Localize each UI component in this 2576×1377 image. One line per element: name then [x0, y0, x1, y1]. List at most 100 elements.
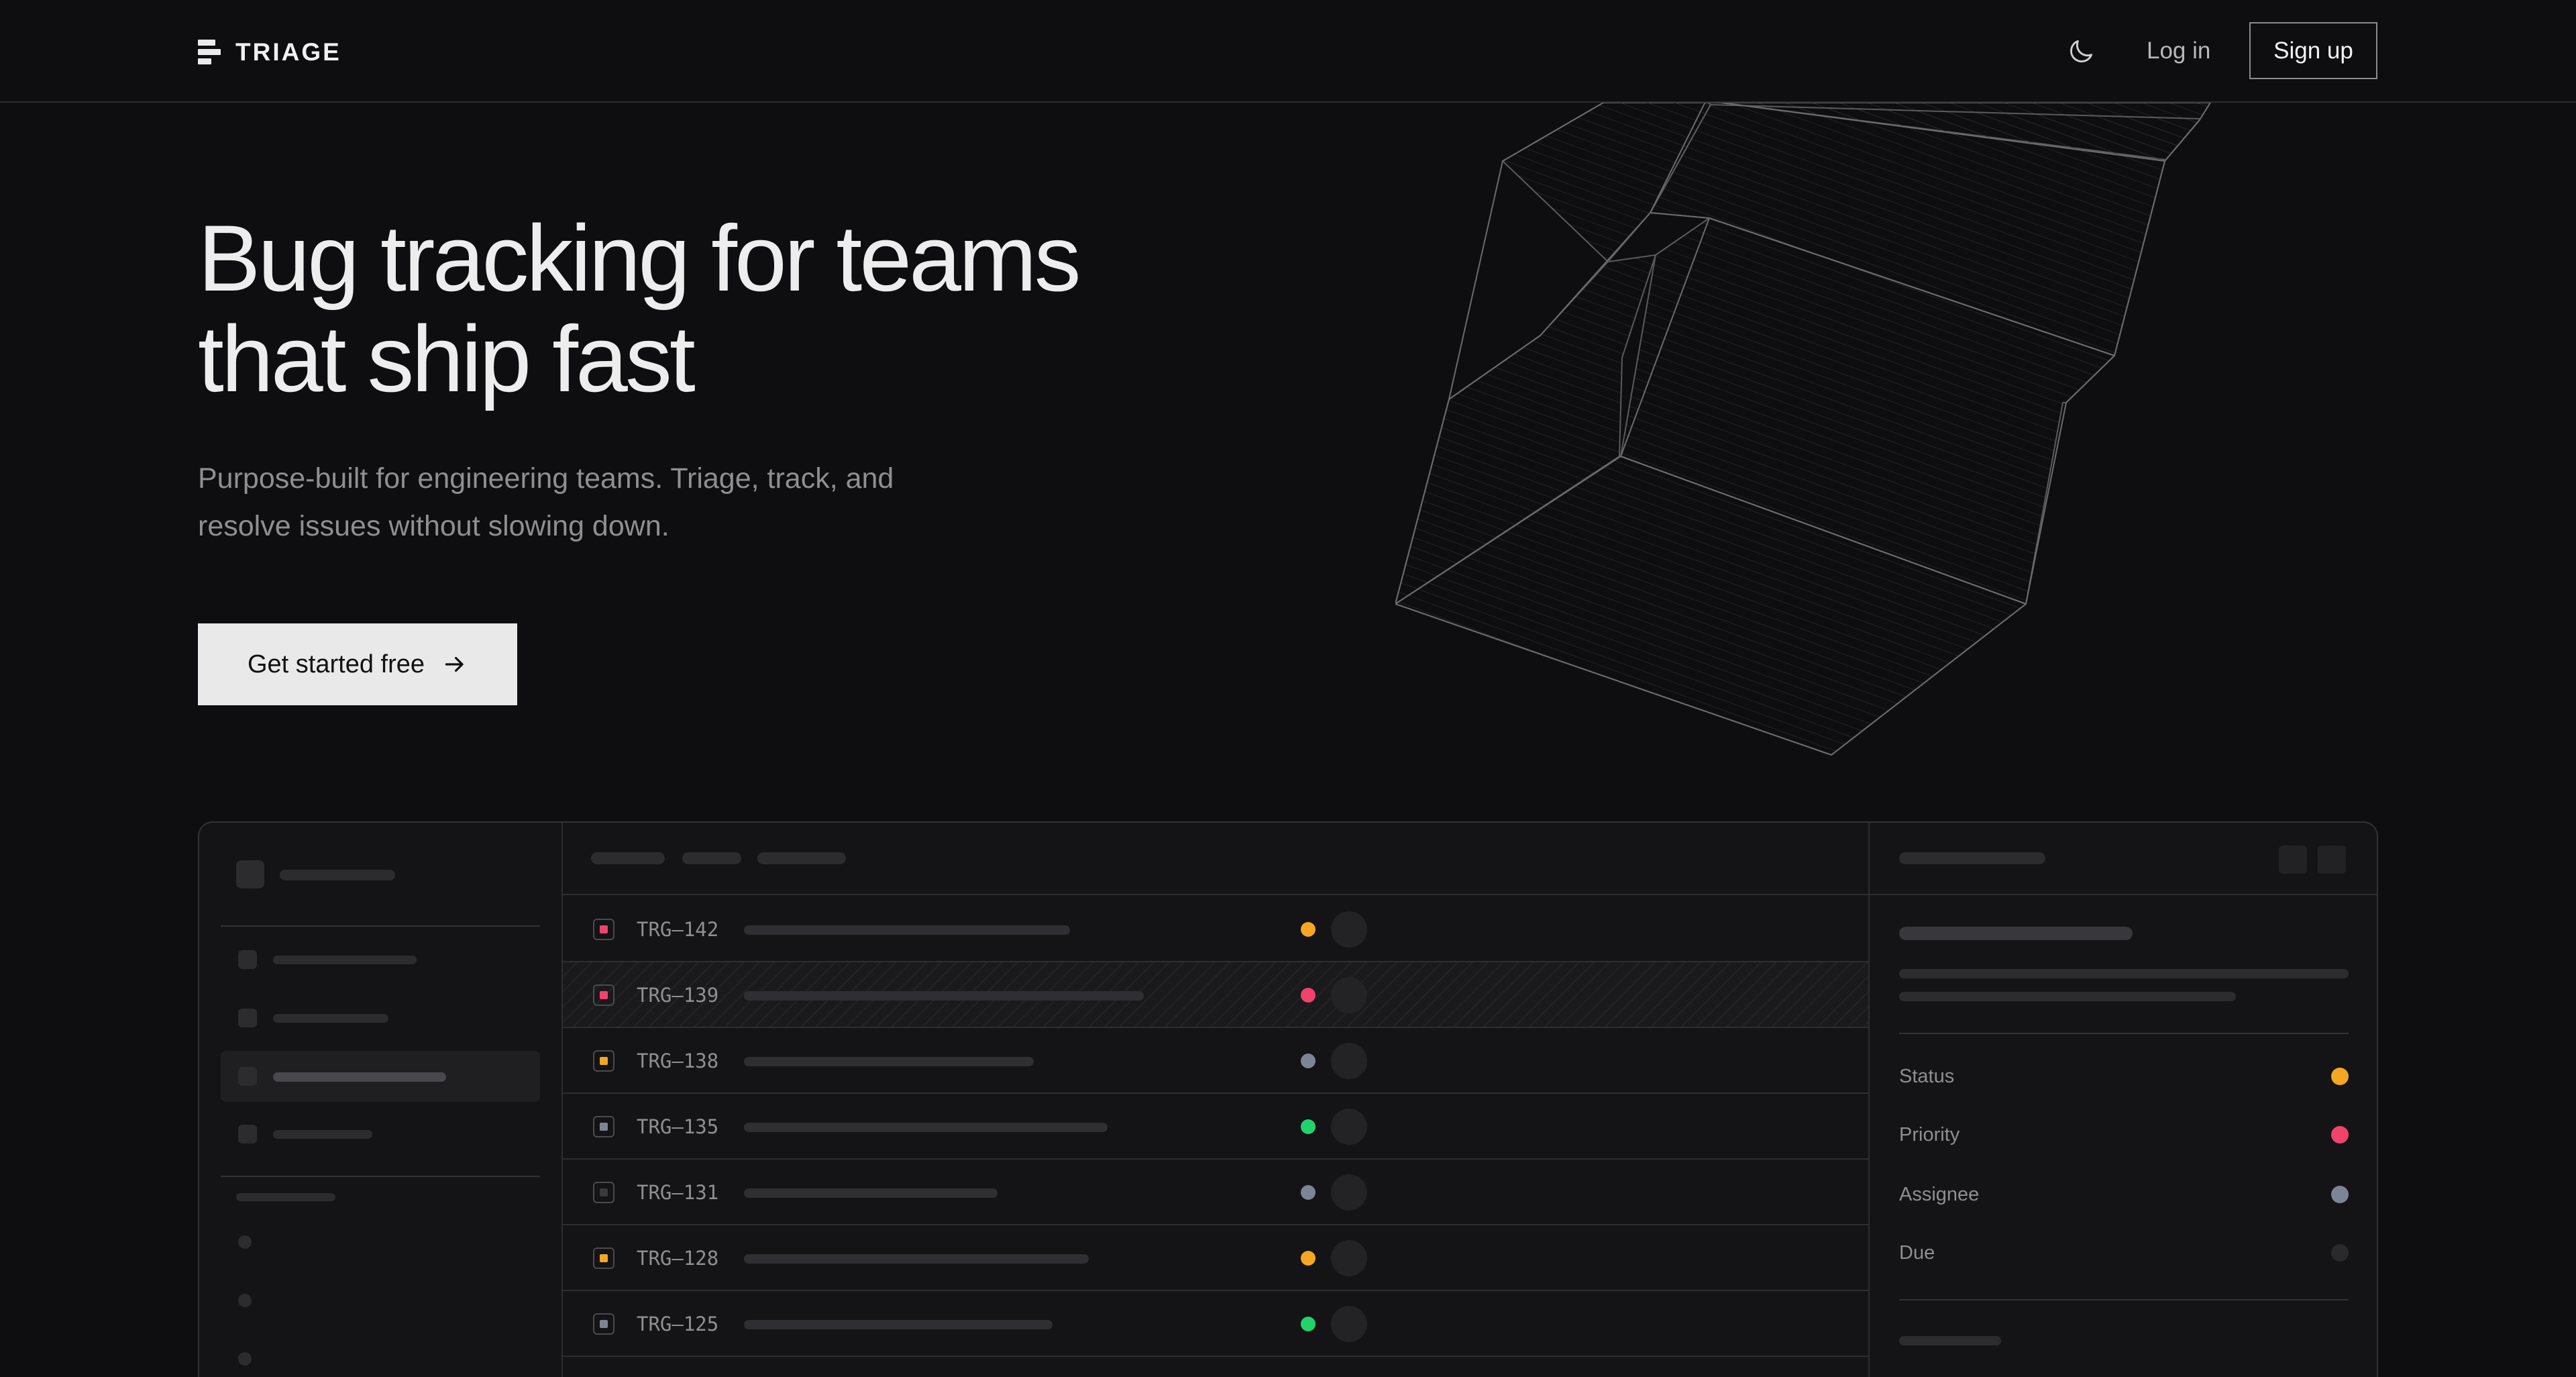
status-indicator[interactable]: [2331, 1068, 2349, 1085]
issue-checkbox[interactable]: [593, 919, 614, 940]
hero-subtitle-line-2: resolve issues without slowing down.: [198, 510, 669, 542]
assignee-indicator[interactable]: [2331, 1186, 2349, 1203]
hero-subtitle: Purpose-built for engineering teams. Tri…: [198, 455, 969, 550]
issue-row[interactable]: TRG–138: [563, 1028, 1868, 1094]
issue-checkbox[interactable]: [593, 984, 614, 1006]
moon-icon: [2070, 40, 2093, 62]
issue-checkbox[interactable]: [593, 1313, 614, 1335]
arrow-right-icon: [445, 656, 464, 672]
issue-row[interactable]: TRG–135: [563, 1094, 1868, 1160]
divider: [1899, 1299, 2349, 1300]
issue-title-placeholder: [744, 1123, 1108, 1132]
sidebar: [199, 823, 563, 1377]
app-preview: TRG–142 TRG–139 TRG–138 TRG–135 TRG–131 …: [198, 821, 2378, 1377]
issue-list: TRG–142 TRG–139 TRG–138 TRG–135 TRG–131 …: [563, 823, 1868, 1377]
assignee-avatar[interactable]: [1331, 1109, 1367, 1145]
issue-id: TRG–139: [637, 984, 719, 1007]
issue-id: TRG–138: [637, 1050, 719, 1072]
priority-label: Priority: [1899, 1124, 1960, 1145]
issue-heading-placeholder: [1899, 927, 2133, 940]
status-dot: [1301, 922, 1316, 937]
issue-type-icon: [600, 1188, 608, 1196]
team-dot[interactable]: [238, 1235, 252, 1249]
assignee-avatar[interactable]: [1331, 977, 1367, 1013]
detail-action-button[interactable]: [2318, 846, 2346, 874]
signup-button[interactable]: Sign up: [2249, 22, 2377, 79]
brand-logo[interactable]: TRIAGE: [198, 38, 341, 66]
status-dot: [1301, 1317, 1316, 1331]
due-indicator[interactable]: [2331, 1244, 2349, 1262]
issue-type-icon: [600, 1123, 608, 1131]
description-placeholder: [1899, 992, 2236, 1001]
nav-item-label-placeholder: [273, 1072, 446, 1082]
issue-id: TRG–142: [637, 918, 719, 941]
issue-checkbox[interactable]: [593, 1050, 614, 1072]
status-dot: [1301, 1054, 1316, 1068]
hero-title-line-2: that ship fast: [198, 306, 696, 411]
due-label: Due: [1899, 1242, 1935, 1264]
nav-item-label-placeholder: [273, 1130, 372, 1139]
issue-id: TRG–135: [637, 1115, 719, 1138]
description-placeholder: [1899, 969, 2349, 978]
top-nav: TRIAGE Log in Sign up: [0, 0, 2576, 103]
issue-title-placeholder: [744, 1188, 998, 1198]
issue-type-icon: [600, 1320, 608, 1328]
isometric-stairs-illustration: [1395, 101, 2211, 756]
issue-id: TRG–131: [637, 1181, 719, 1204]
nav-item-icon: [238, 950, 257, 969]
section-heading-placeholder: [236, 1193, 335, 1201]
nav-item-label-placeholder: [273, 1014, 388, 1023]
issue-checkbox[interactable]: [593, 1116, 614, 1137]
assignee-avatar[interactable]: [1331, 1240, 1367, 1276]
detail-title-placeholder: [1899, 852, 2045, 864]
issue-type-icon: [600, 991, 608, 999]
assignee-label: Assignee: [1899, 1184, 1980, 1205]
detail-toolbar: [1870, 823, 2377, 895]
divider: [1899, 1033, 2349, 1034]
get-started-label: Get started free: [247, 650, 425, 678]
get-started-button[interactable]: Get started free: [198, 623, 517, 705]
tab-placeholder[interactable]: [757, 852, 846, 864]
workspace-name-placeholder: [280, 870, 395, 880]
issue-title-placeholder: [744, 1057, 1034, 1066]
assignee-avatar[interactable]: [1331, 1043, 1367, 1079]
status-label: Status: [1899, 1066, 1955, 1087]
team-dot[interactable]: [238, 1352, 252, 1366]
issue-checkbox[interactable]: [593, 1182, 614, 1203]
hero-subtitle-line-1: Purpose-built for engineering teams. Tri…: [198, 462, 894, 495]
triage-logo-icon: [198, 40, 221, 65]
issue-type-icon: [600, 1057, 608, 1065]
list-toolbar: [563, 823, 1868, 895]
issue-title-placeholder: [744, 925, 1070, 935]
nav-item-icon: [238, 1009, 257, 1027]
issue-title-placeholder: [744, 1254, 1089, 1264]
issue-title-placeholder: [744, 1320, 1053, 1329]
assignee-avatar[interactable]: [1331, 911, 1367, 948]
priority-indicator[interactable]: [2331, 1126, 2349, 1143]
assignee-avatar[interactable]: [1331, 1174, 1367, 1211]
issue-id: TRG–125: [637, 1313, 719, 1335]
issue-row[interactable]: TRG–142: [563, 897, 1868, 962]
divider: [221, 925, 540, 927]
issue-detail-panel: Status Priority Assignee Due: [1868, 823, 2377, 1377]
brand-name: TRIAGE: [235, 38, 341, 66]
hero-title-line-1: Bug tracking for teams: [198, 205, 1081, 311]
assignee-avatar[interactable]: [1331, 1306, 1367, 1342]
issue-row[interactable]: TRG–131: [563, 1160, 1868, 1225]
tab-placeholder[interactable]: [682, 852, 741, 864]
issue-row[interactable]: TRG–125: [563, 1291, 1868, 1357]
issue-type-icon: [600, 1254, 608, 1262]
issue-checkbox[interactable]: [593, 1247, 614, 1269]
team-dot[interactable]: [238, 1294, 252, 1307]
issue-row-selected[interactable]: TRG–139: [563, 962, 1868, 1028]
status-dot: [1301, 988, 1316, 1003]
issue-row[interactable]: TRG–128: [563, 1225, 1868, 1291]
divider: [221, 1176, 540, 1177]
nav-item-label-placeholder: [273, 956, 417, 964]
issue-type-icon: [600, 925, 608, 933]
login-link[interactable]: Log in: [2147, 35, 2210, 67]
theme-toggle-button[interactable]: [2066, 37, 2096, 66]
nav-item-icon: [238, 1125, 257, 1143]
tab-placeholder[interactable]: [591, 852, 665, 864]
detail-action-button[interactable]: [2279, 846, 2307, 874]
